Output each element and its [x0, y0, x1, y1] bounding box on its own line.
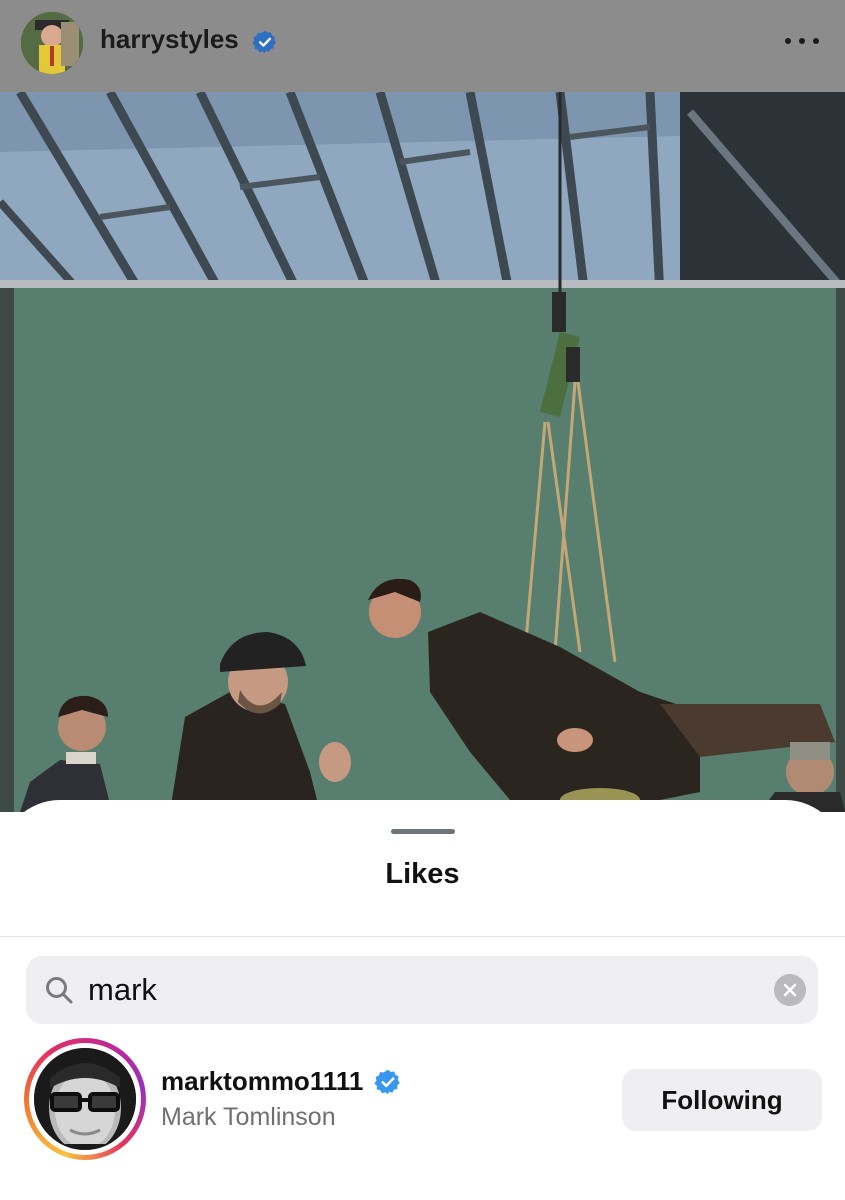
- story-ring[interactable]: [24, 1038, 146, 1160]
- page: harrystyles Likes mark marktommo1111 Mar…: [0, 0, 845, 1200]
- list-item[interactable]: marktommo1111 Mark Tomlinson Following: [0, 1036, 845, 1166]
- search-bar[interactable]: [26, 956, 818, 1024]
- verified-badge-icon: [374, 1068, 402, 1101]
- search-icon: [44, 975, 74, 1010]
- divider: [0, 936, 845, 937]
- clear-search-icon[interactable]: [774, 974, 806, 1006]
- result-full-name: Mark Tomlinson: [161, 1103, 336, 1131]
- verified-badge-icon: [252, 29, 278, 60]
- likes-sheet: Likes mark marktommo1111 Mark Tomlinson …: [0, 800, 845, 1200]
- search-input[interactable]: [88, 968, 758, 1012]
- avatar[interactable]: [34, 1048, 136, 1150]
- sheet-grabber-handle[interactable]: [391, 829, 455, 834]
- sheet-title: Likes: [385, 858, 460, 890]
- post-author-username[interactable]: harrystyles: [100, 24, 239, 55]
- post-author-avatar[interactable]: [21, 12, 83, 74]
- post-photo[interactable]: [0, 92, 845, 812]
- result-username[interactable]: marktommo1111: [161, 1066, 363, 1097]
- more-options-icon[interactable]: [785, 36, 819, 46]
- following-button[interactable]: Following: [622, 1069, 822, 1131]
- post-header: harrystyles: [0, 0, 845, 92]
